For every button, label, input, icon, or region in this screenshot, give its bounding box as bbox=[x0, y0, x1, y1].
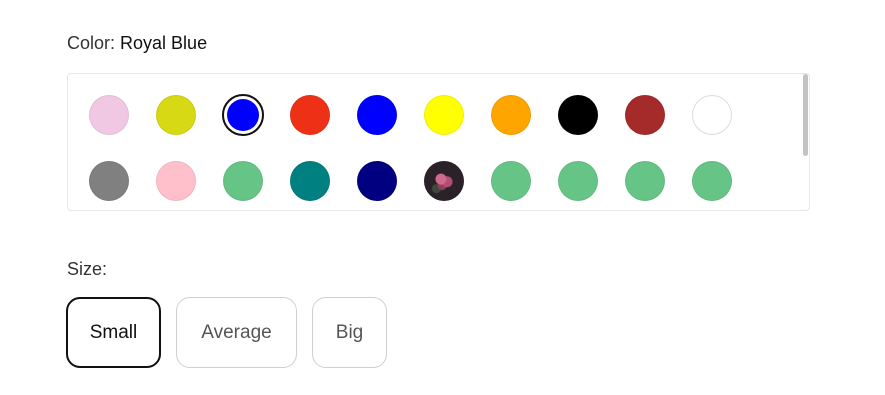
swatch-lavender-pink[interactable] bbox=[88, 94, 130, 136]
swatch-navy-fill bbox=[357, 161, 397, 201]
swatch-red-fill bbox=[290, 95, 330, 135]
color-swatch-panel bbox=[67, 73, 810, 211]
size-big-button[interactable]: Big bbox=[312, 297, 387, 368]
swatch-royal-blue[interactable] bbox=[222, 94, 264, 136]
swatch-blue-fill bbox=[357, 95, 397, 135]
size-average-button[interactable]: Average bbox=[176, 297, 297, 368]
size-small-button[interactable]: Small bbox=[66, 297, 161, 368]
swatch-flower-image[interactable] bbox=[423, 160, 465, 202]
swatch-gray-fill bbox=[89, 161, 129, 201]
swatch-green-3[interactable] bbox=[557, 160, 599, 202]
swatch-gray[interactable] bbox=[88, 160, 130, 202]
swatch-black-fill bbox=[558, 95, 598, 135]
swatch-brown-red-fill bbox=[625, 95, 665, 135]
swatch-brown-red[interactable] bbox=[624, 94, 666, 136]
color-swatch-grid bbox=[88, 94, 733, 202]
color-selection-label: Color: Royal Blue bbox=[67, 31, 207, 55]
swatch-green-4[interactable] bbox=[624, 160, 666, 202]
swatch-orange[interactable] bbox=[490, 94, 532, 136]
swatch-royal-blue-fill bbox=[227, 99, 259, 131]
size-label: Size: bbox=[67, 259, 108, 279]
swatch-green-2-fill bbox=[491, 161, 531, 201]
swatch-green-1-fill bbox=[223, 161, 263, 201]
swatch-pink[interactable] bbox=[155, 160, 197, 202]
swatch-yellow-fill bbox=[424, 95, 464, 135]
swatch-white[interactable] bbox=[691, 94, 733, 136]
swatch-teal[interactable] bbox=[289, 160, 331, 202]
swatch-teal-fill bbox=[290, 161, 330, 201]
size-options: Small Average Big bbox=[66, 297, 387, 368]
swatch-green-5[interactable] bbox=[691, 160, 733, 202]
swatch-orange-fill bbox=[491, 95, 531, 135]
swatch-green-4-fill bbox=[625, 161, 665, 201]
swatch-green-2[interactable] bbox=[490, 160, 532, 202]
swatch-green-1[interactable] bbox=[222, 160, 264, 202]
swatch-pink-fill bbox=[156, 161, 196, 201]
swatch-black[interactable] bbox=[557, 94, 599, 136]
selected-color-name: Royal Blue bbox=[120, 33, 208, 53]
swatch-blue[interactable] bbox=[356, 94, 398, 136]
swatch-yellow[interactable] bbox=[423, 94, 465, 136]
swatch-chartreuse[interactable] bbox=[155, 94, 197, 136]
swatch-chartreuse-fill bbox=[156, 95, 196, 135]
swatch-green-5-fill bbox=[692, 161, 732, 201]
swatch-flower-image-fill bbox=[424, 161, 464, 201]
swatch-navy[interactable] bbox=[356, 160, 398, 202]
swatch-red[interactable] bbox=[289, 94, 331, 136]
swatch-green-3-fill bbox=[558, 161, 598, 201]
swatch-lavender-pink-fill bbox=[89, 95, 129, 135]
color-label: Color: bbox=[67, 33, 116, 53]
swatch-panel-scrollbar[interactable] bbox=[803, 74, 808, 156]
swatch-white-fill bbox=[692, 95, 732, 135]
